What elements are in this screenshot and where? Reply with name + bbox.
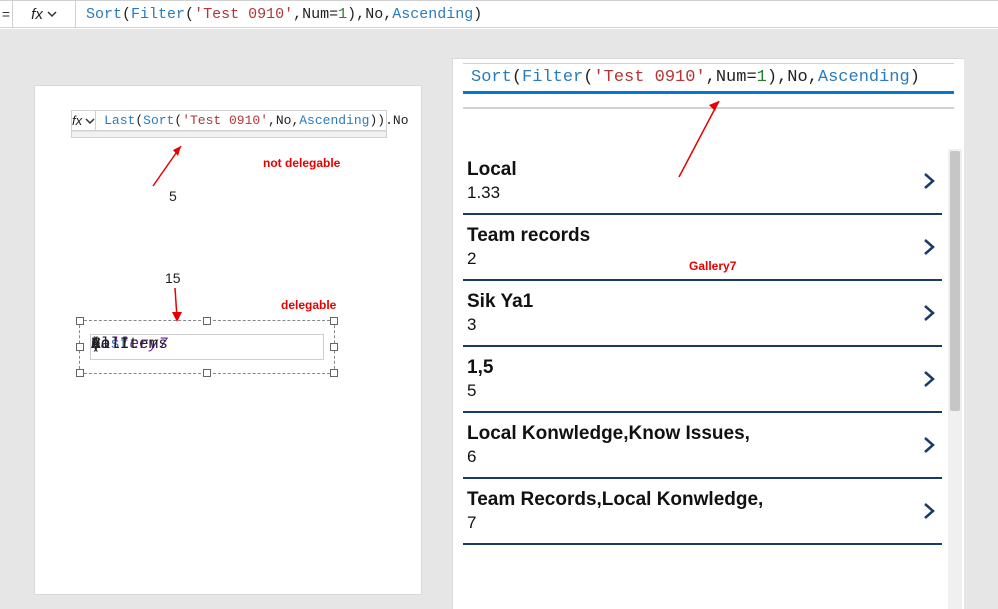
divider [463, 107, 954, 109]
gallery-item[interactable]: Local Konwledge,Know Issues,6 [463, 413, 942, 479]
mini-fx-dropdown[interactable]: fx [72, 111, 96, 130]
gallery-item-subtitle: 5 [467, 381, 493, 401]
formula-bar[interactable]: = fx Sort(Filter('Test 0910',Num=1),No,A… [0, 0, 998, 28]
result-value-2: 15 [165, 270, 181, 286]
gallery-item[interactable]: Team records2 [463, 215, 942, 281]
gallery-item-subtitle: 1.33 [467, 183, 517, 203]
chevron-down-icon [85, 116, 95, 126]
gallery-item[interactable]: Sik Ya13 [463, 281, 942, 347]
formula-input[interactable]: Sort(Filter('Test 0910',Num=1),No,Ascend… [76, 6, 998, 23]
chevron-right-icon[interactable] [920, 238, 938, 256]
chevron-down-icon [47, 9, 57, 19]
result-value-1: 5 [169, 188, 177, 204]
mini-fx-label: fx [72, 113, 82, 128]
formula-code: Sort(Filter('Test 0910',Num=1),No,Ascend… [86, 6, 482, 23]
gallery-item-title: Sik Ya1 [467, 291, 533, 313]
gallery-item[interactable]: 1,55 [463, 347, 942, 413]
fx-dropdown[interactable]: fx [12, 1, 76, 27]
vertical-scrollbar[interactable] [948, 149, 962, 609]
gallery-item-subtitle: 7 [467, 513, 763, 533]
chevron-right-icon[interactable] [920, 502, 938, 520]
gallery-item-subtitle: 6 [467, 447, 750, 467]
mini-formula-bar[interactable]: fx Last(Sort('Test 0910',No,Ascending)).… [71, 110, 387, 138]
note-delegable: delegable [281, 298, 336, 312]
mini-formula-code[interactable]: Last(Sort('Test 0910',No,Ascending)).No [96, 111, 416, 130]
gallery-item-subtitle: 3 [467, 315, 533, 335]
gallery-item-title: 1,5 [467, 357, 493, 379]
selected-control[interactable]: Last(Gallery7.AllItems).No [79, 320, 335, 374]
gallery-item[interactable]: Team Records,Local Konwledge,7 [463, 479, 942, 545]
gallery-item-subtitle: 2 [467, 249, 590, 269]
gallery7[interactable]: Local1.33Team records2Sik Ya131,55Local … [463, 149, 942, 609]
mini-formula-pad [72, 131, 386, 137]
chevron-right-icon[interactable] [920, 172, 938, 190]
gallery-item-title: Team Records,Local Konwledge, [467, 489, 763, 511]
right-formula-code[interactable]: Sort(Filter('Test 0910',Num=1),No,Ascend… [463, 63, 954, 94]
gallery-item-title: Local Konwledge,Know Issues, [467, 423, 750, 445]
gallery-item-title: Team records [467, 225, 590, 247]
gallery-item[interactable]: Local1.33 [463, 149, 942, 215]
chevron-right-icon[interactable] [920, 370, 938, 388]
formula-label: Last(Gallery7.AllItems).No [90, 334, 324, 360]
right-panel: Sort(Filter('Test 0910',Num=1),No,Ascend… [452, 58, 964, 609]
left-panel: fx Last(Sort('Test 0910',No,Ascending)).… [34, 85, 422, 595]
fx-label: fx [31, 6, 43, 23]
note-not-delegable: not delegable [263, 156, 340, 170]
canvas-stage: fx Last(Sort('Test 0910',No,Ascending)).… [0, 29, 998, 609]
equals-label: = [0, 6, 12, 22]
scrollbar-thumb[interactable] [950, 151, 960, 411]
arrow-annotation [143, 138, 193, 188]
chevron-right-icon[interactable] [920, 304, 938, 322]
chevron-right-icon[interactable] [920, 436, 938, 454]
right-formula-bar[interactable]: Sort(Filter('Test 0910',Num=1),No,Ascend… [463, 63, 954, 94]
gallery-item-title: Local [467, 159, 517, 181]
